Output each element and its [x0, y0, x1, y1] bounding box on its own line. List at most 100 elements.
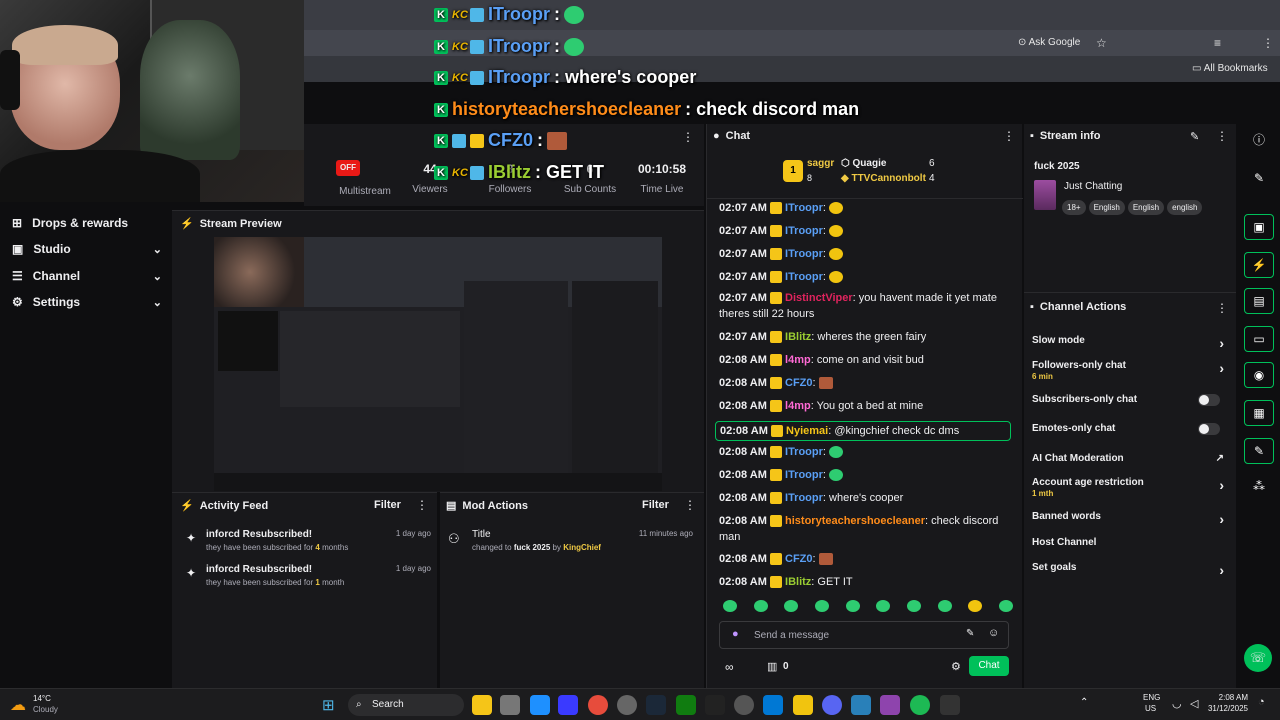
category-name[interactable]: Just Chatting [1064, 181, 1122, 192]
emoji-icon[interactable]: ☺ [988, 627, 999, 639]
host-channel-row[interactable]: Host Channel [1032, 537, 1228, 548]
preview-video[interactable] [214, 237, 662, 491]
emote-icon[interactable] [876, 600, 891, 612]
chat-input[interactable]: ● Send a message ✎ ☺ [719, 621, 1009, 649]
message-username[interactable]: Nyiemai [786, 425, 828, 437]
banned-words-row[interactable]: Banned words › [1032, 511, 1228, 527]
chat-message[interactable]: 02:07 AM DistinctViper: you havent made … [719, 290, 1015, 322]
language-label[interactable]: ENG [1143, 693, 1160, 702]
message-username[interactable]: CFZ0 [785, 377, 813, 389]
points-icon[interactable]: ▥ [767, 660, 777, 673]
chat-message[interactable]: 02:08 AM CFZ0: [719, 551, 1015, 567]
message-username[interactable]: IBlitz [785, 576, 811, 588]
notification-icon[interactable]: ◔ [1258, 696, 1265, 708]
help-icon[interactable]: ☏ [1244, 644, 1272, 672]
filter-button[interactable]: Filter [374, 499, 401, 511]
infinity-icon[interactable]: ∞ [725, 660, 734, 674]
info-icon[interactable]: ⓘ [1244, 128, 1274, 154]
message-username[interactable]: CFZ0 [785, 553, 813, 565]
screen-icon[interactable]: ▣ [1244, 214, 1274, 240]
ask-google-button[interactable]: ⊙ Ask Google [1018, 37, 1080, 48]
emote-icon[interactable] [998, 600, 1013, 612]
chrome-icon[interactable] [588, 695, 608, 715]
kebab-icon[interactable]: ⋮ [1216, 301, 1228, 315]
kebab-icon[interactable]: ⋮ [1216, 129, 1228, 143]
chat-message[interactable]: 02:08 AM l4mp: come on and visit bud [719, 352, 1015, 368]
chat-message[interactable]: 02:08 AM l4mp: You got a bed at mine [719, 398, 1015, 414]
subscribers-only-toggle[interactable] [1198, 394, 1220, 406]
emote-icon[interactable] [845, 600, 860, 612]
sidebar-item-channel[interactable]: ☰ Channel ⌄ [12, 269, 162, 283]
xbox-icon[interactable] [676, 695, 696, 715]
chat-message[interactable]: 02:08 AM historyteachershoecleaner: chec… [719, 513, 1015, 545]
message-username[interactable]: DistinctViper [785, 292, 853, 304]
emote-icon[interactable] [937, 600, 952, 612]
lightning-icon[interactable]: ⚡ [1244, 252, 1274, 278]
gear-icon[interactable]: ⚙ [951, 660, 961, 673]
clock-date[interactable]: 31/12/2025 [1202, 704, 1248, 713]
message-username[interactable]: l4mp [785, 400, 811, 412]
volume-icon[interactable]: ◁ [1190, 697, 1198, 710]
emote-icon[interactable] [814, 600, 829, 612]
obs-icon[interactable] [617, 695, 637, 715]
edit-icon[interactable]: ✎ [1244, 166, 1274, 192]
emote-icon[interactable] [906, 600, 921, 612]
epic-icon[interactable] [705, 695, 725, 715]
tag[interactable]: English [1127, 200, 1165, 215]
windows-start-icon[interactable]: ⊞ [322, 696, 335, 714]
steam-icon[interactable] [646, 695, 666, 715]
chat-message[interactable]: 02:08 AM ITroopr: where's cooper [719, 490, 1015, 506]
app-icon[interactable] [851, 695, 871, 715]
emote-icon[interactable] [753, 600, 768, 612]
chevron-up-icon[interactable]: ⌃ [1080, 697, 1088, 708]
chat-send-button[interactable]: Chat [969, 656, 1009, 676]
leader-first[interactable]: saggr [807, 158, 834, 169]
ai-moderation-row[interactable]: AI Chat Moderation ↗ [1032, 453, 1228, 464]
menu-icon[interactable]: ≡ [1214, 36, 1221, 50]
sidebar-item-settings[interactable]: ⚙ Settings ⌄ [12, 295, 162, 309]
server-icon[interactable]: ▦ [1244, 400, 1274, 426]
filter-button[interactable]: Filter [642, 499, 669, 511]
app-icon[interactable] [940, 695, 960, 715]
tag[interactable]: english [1167, 200, 1203, 215]
message-username[interactable]: IBlitz [785, 331, 811, 343]
message-username[interactable]: ITroopr [785, 271, 823, 283]
wifi-icon[interactable]: ◡ [1172, 697, 1182, 710]
wrench-icon[interactable]: ✎ [1244, 438, 1274, 464]
chat-message[interactable]: 02:08 AM IBlitz: GET IT [719, 574, 1015, 590]
app-icon[interactable] [472, 695, 492, 715]
kebab-icon[interactable]: ⋮ [1262, 36, 1274, 50]
edit-icon[interactable]: ✎ [1190, 130, 1199, 143]
message-username[interactable]: ITroopr [785, 446, 823, 458]
settings-icon[interactable] [734, 695, 754, 715]
chat-message[interactable]: 02:07 AM ITroopr: [719, 269, 1015, 285]
subscribers-only-row[interactable]: Subscribers-only chat [1032, 394, 1228, 406]
chat-message[interactable]: 02:07 AM ITroopr: [719, 246, 1015, 262]
emote-icon[interactable] [723, 600, 737, 612]
message-username[interactable]: ITroopr [785, 202, 823, 214]
microphone-icon[interactable]: ● [732, 628, 739, 640]
clock-time[interactable]: 2:08 AM [1208, 693, 1248, 702]
kebab-icon[interactable]: ⋮ [684, 498, 696, 512]
message-username[interactable]: historyteachershoecleaner [785, 515, 925, 527]
broadcast-icon[interactable]: ◉ [1244, 362, 1274, 388]
message-username[interactable]: ITroopr [785, 469, 823, 481]
community-icon[interactable]: ⁂ [1244, 474, 1274, 500]
spotify-icon[interactable] [910, 695, 930, 715]
store-icon[interactable] [763, 695, 783, 715]
app-icon[interactable] [880, 695, 900, 715]
multistream-button[interactable]: Multistream [330, 186, 400, 197]
emote-icon[interactable] [784, 600, 799, 612]
chat-message[interactable]: 02:08 AM ITroopr: [719, 444, 1015, 460]
message-icon[interactable]: ▭ [1244, 326, 1274, 352]
chat-message[interactable]: 02:07 AM ITroopr: [719, 200, 1015, 216]
slow-mode-row[interactable]: Slow mode › [1032, 335, 1228, 351]
message-username[interactable]: l4mp [785, 354, 811, 366]
mod-action-item[interactable]: ⚇ Title changed to fuck 2025 by KingChie… [448, 529, 693, 552]
account-age-row[interactable]: Account age restriction 1 mth › [1032, 477, 1228, 498]
edge-icon[interactable] [530, 695, 550, 715]
message-username[interactable]: ITroopr [785, 248, 823, 260]
tag[interactable]: 18+ [1062, 200, 1086, 215]
star-icon[interactable]: ☆ [1096, 36, 1107, 50]
activity-item[interactable]: ✦ inforcd Resubscribed! they have been s… [186, 529, 431, 552]
